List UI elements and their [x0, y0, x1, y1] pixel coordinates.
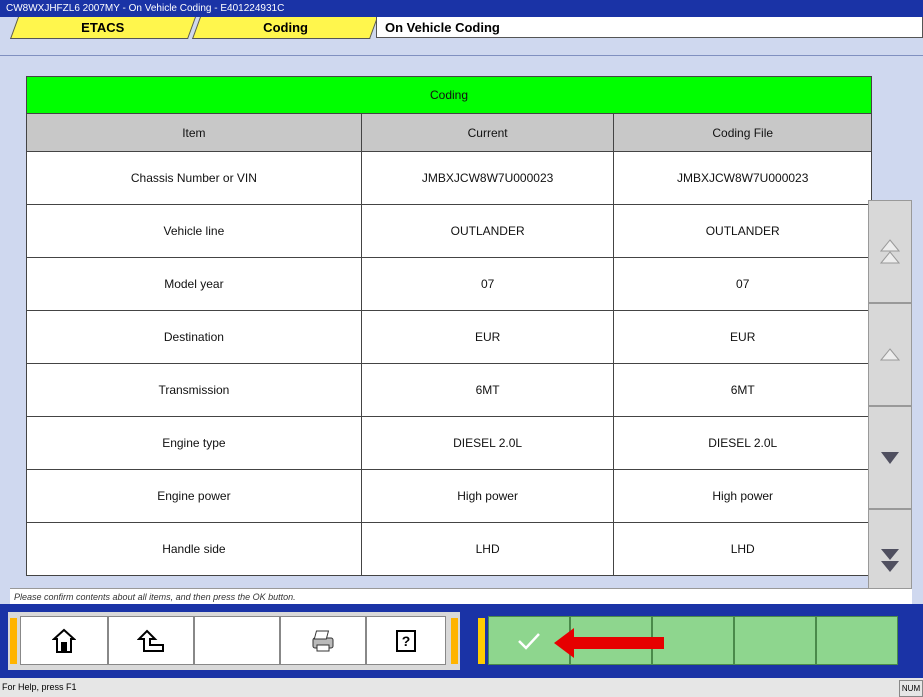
cell-item: Chassis Number or VIN: [26, 151, 362, 205]
cell-current: EUR: [360, 310, 615, 364]
toolbar-accent-mid: [451, 618, 458, 664]
up-arrow-icon: [880, 347, 900, 360]
tab-on-vehicle-coding-label: On Vehicle Coding: [385, 20, 500, 35]
cell-current: OUTLANDER: [360, 204, 615, 258]
scroll-up-button[interactable]: [868, 303, 912, 406]
double-up-arrow-icon: [880, 238, 900, 263]
down-arrow-icon: [881, 451, 899, 464]
column-header-item: Item: [26, 113, 362, 152]
empty-button[interactable]: [194, 616, 280, 665]
tab-coding-label: Coding: [262, 20, 308, 35]
help-icon: ?: [396, 629, 416, 652]
toolbar-accent-left: [10, 618, 17, 664]
status-bar: For Help, press F1 NUM: [0, 678, 923, 697]
cell-coding-file: EUR: [613, 310, 872, 364]
back-button[interactable]: [108, 616, 194, 665]
cell-coding-file: 07: [613, 257, 872, 311]
cell-item: Handle side: [26, 522, 362, 576]
tab-etacs-label: ETACS: [81, 20, 125, 35]
table-row: Handle side LHD LHD: [26, 522, 872, 576]
cell-current: DIESEL 2.0L: [360, 416, 615, 470]
double-down-arrow-icon: [881, 548, 899, 572]
cell-item: Destination: [26, 310, 362, 364]
ok-check-icon: [518, 632, 540, 650]
printer-icon: [312, 630, 334, 651]
cell-coding-file: JMBXJCW8W7U000023: [613, 151, 872, 205]
scroll-down-button[interactable]: [868, 406, 912, 509]
cell-coding-file: DIESEL 2.0L: [613, 416, 872, 470]
table-row: Chassis Number or VIN JMBXJCW8W7U000023 …: [26, 151, 872, 205]
cell-current: 6MT: [360, 363, 615, 417]
status-message: Please confirm contents about all items,…: [10, 588, 912, 604]
column-header-coding-file: Coding File: [613, 113, 872, 152]
window-title-bar: CW8WXJHFZL6 2007MY - On Vehicle Coding -…: [0, 0, 923, 17]
table-row: Vehicle line OUTLANDER OUTLANDER: [26, 204, 872, 258]
toolbar-nav-group: ?: [8, 612, 460, 670]
table-row: Model year 07 07: [26, 257, 872, 311]
cell-current: JMBXJCW8W7U000023: [360, 151, 615, 205]
tab-divider: [0, 55, 923, 56]
table-row: Destination EUR EUR: [26, 310, 872, 364]
window-title: CW8WXJHFZL6 2007MY - On Vehicle Coding -…: [6, 3, 285, 14]
num-lock-indicator: NUM: [899, 680, 923, 697]
tab-etacs[interactable]: ETACS: [9, 17, 197, 39]
home-icon: [52, 628, 76, 653]
action-button-5[interactable]: [816, 616, 898, 665]
coding-table: Coding Item Current Coding File Chassis …: [26, 76, 872, 576]
cell-coding-file: High power: [613, 469, 872, 523]
cell-current: LHD: [360, 522, 615, 576]
cell-coding-file: OUTLANDER: [613, 204, 872, 258]
red-arrow-icon: [554, 628, 664, 658]
cell-current: High power: [360, 469, 615, 523]
bottom-toolbar: ?: [0, 604, 923, 678]
toolbar-accent-right: [478, 618, 485, 664]
help-button[interactable]: ?: [366, 616, 446, 665]
coding-panel: Coding Item Current Coding File Chassis …: [10, 57, 912, 612]
table-row: Transmission 6MT 6MT: [26, 363, 872, 417]
svg-text:?: ?: [402, 633, 411, 649]
cell-item: Vehicle line: [26, 204, 362, 258]
cell-item: Model year: [26, 257, 362, 311]
cell-coding-file: LHD: [613, 522, 872, 576]
back-icon: [137, 629, 164, 652]
tab-on-vehicle-coding: On Vehicle Coding: [376, 17, 923, 38]
action-button-4[interactable]: [734, 616, 816, 665]
cell-current: 07: [360, 257, 615, 311]
column-header-current: Current: [360, 113, 615, 152]
cell-item: Engine type: [26, 416, 362, 470]
cell-item: Engine power: [26, 469, 362, 523]
toolbar-action-group: [472, 612, 923, 670]
tab-coding[interactable]: Coding: [191, 17, 379, 39]
cell-coding-file: 6MT: [613, 363, 872, 417]
table-row: Engine type DIESEL 2.0L DIESEL 2.0L: [26, 416, 872, 470]
cell-item: Transmission: [26, 363, 362, 417]
print-button[interactable]: [280, 616, 366, 665]
status-help-text: For Help, press F1: [2, 682, 77, 692]
section-title: Coding: [26, 76, 872, 114]
breadcrumb-tabs: ETACS Coding On Vehicle Coding: [0, 17, 923, 58]
table-row: Engine power High power High power: [26, 469, 872, 523]
home-button[interactable]: [20, 616, 108, 665]
scroll-top-button[interactable]: [868, 200, 912, 303]
